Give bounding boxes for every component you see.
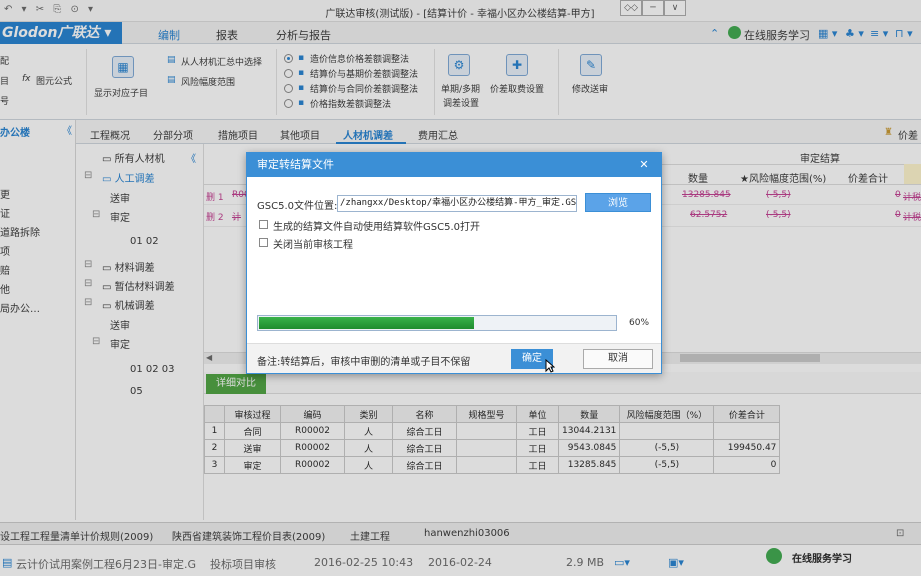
cancel-button[interactable]: 取消 [583,349,653,369]
progress-fill [259,317,474,329]
close-project-checkbox[interactable] [259,238,268,247]
close-project-label[interactable]: 关闭当前审核工程 [273,236,353,251]
path-input[interactable]: /zhangxx/Desktop/幸福小区办公楼结算-甲方_审定.GSC5 [337,195,577,212]
app-window: ↶ ▾ ✂ ⎘ ⊙ ▾ 广联达审核(测试版) - [结算计价 - 幸福小区办公楼… [0,0,921,576]
browse-button[interactable]: 浏览 [585,193,651,212]
dialog-note: 备注:转结算后，审核中审删的清单或子目不保留 [257,357,471,368]
mouse-cursor-icon [545,359,555,373]
progress-text: 60% [629,318,650,328]
dialog-title: 审定转结算文件 [247,153,661,177]
convert-dialog: 审定转结算文件 ✕ GSC5.0文件位置: /zhangxx/Desktop/幸… [246,152,662,374]
close-icon[interactable]: ✕ [637,158,651,172]
path-label: GSC5.0文件位置: [257,201,338,212]
auto-open-checkbox[interactable] [259,220,268,229]
auto-open-label[interactable]: 生成的结算文件自动使用结算软件GSC5.0打开 [273,218,480,233]
progress-bar [257,315,617,331]
